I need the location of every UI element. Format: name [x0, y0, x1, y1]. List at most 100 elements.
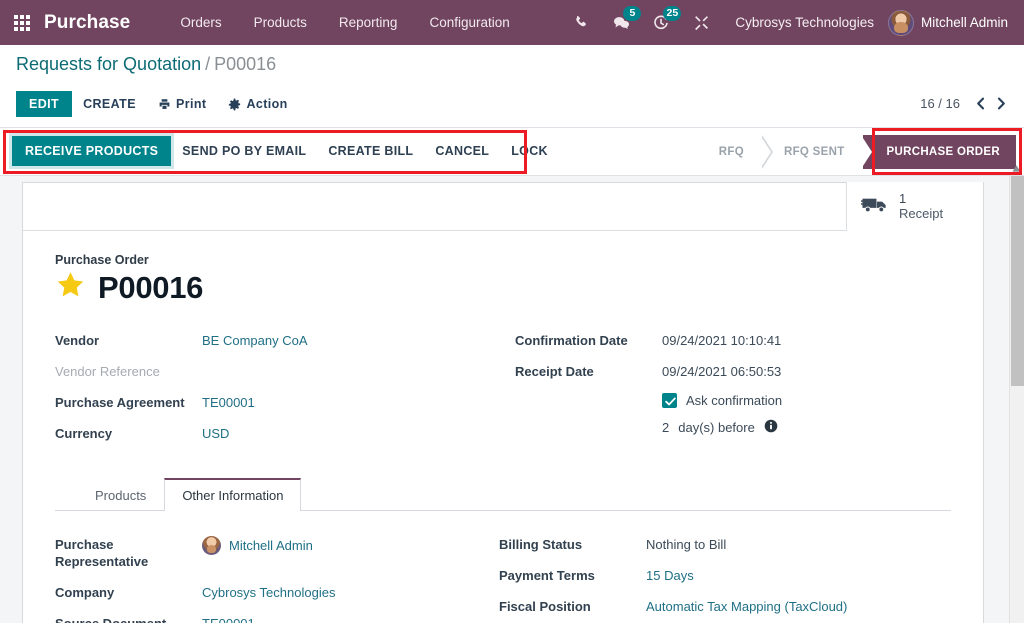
field-confirmation-date-value[interactable]: 09/24/2021 10:10:41 — [662, 331, 781, 349]
gear-icon — [228, 98, 241, 111]
days-before-value[interactable]: 2 — [662, 420, 669, 435]
app-brand-purchase[interactable]: Purchase — [44, 12, 130, 34]
create-bill-button[interactable]: CREATE BILL — [317, 137, 424, 165]
field-purchase-agreement: Purchase Agreement TE00001 — [55, 393, 503, 411]
stage-rfq-sent-label: RFQ SENT — [784, 146, 845, 158]
star-filled-icon[interactable] — [55, 270, 86, 305]
field-fiscal-position-value[interactable]: Automatic Tax Mapping (TaxCloud) — [646, 597, 847, 615]
avatar — [888, 10, 914, 36]
field-receipt-date: Receipt Date 09/24/2021 06:50:53 — [515, 362, 951, 380]
form-sheet: 1 Receipt Purchase Order P00016 — [22, 182, 984, 623]
field-billing-status-value: Nothing to Bill — [646, 535, 726, 553]
pager-next-button[interactable] — [992, 93, 1010, 113]
receive-products-button[interactable]: RECEIVE PRODUCTS — [12, 136, 171, 166]
pager-previous-button[interactable] — [971, 93, 989, 113]
breadcrumb-separator: / — [205, 54, 210, 74]
field-source-document-value[interactable]: TE00001 — [202, 614, 255, 623]
action-label: Action — [246, 97, 287, 111]
record-title-label: Purchase Order — [55, 253, 951, 267]
page-title: P00016 — [98, 272, 203, 303]
control-panel: Requests for Quotation/P00016 EDIT CREAT… — [0, 45, 1024, 128]
record-title-block: Purchase Order P00016 — [55, 253, 951, 305]
main-fields-right: Confirmation Date 09/24/2021 10:10:41 Re… — [503, 331, 951, 456]
field-purchase-representative: Purchase Representative Mitchell Admin — [55, 535, 487, 570]
field-company-label: Company — [55, 583, 202, 601]
other-information-left: Purchase Representative Mitchell Admin C… — [55, 535, 487, 623]
field-purchase-agreement-value[interactable]: TE00001 — [202, 393, 255, 411]
breadcrumb-parent[interactable]: Requests for Quotation — [16, 54, 201, 74]
field-company: Company Cybrosys Technologies — [55, 583, 487, 601]
stage-arrow-inner — [760, 135, 771, 169]
notebook-tabs: Products Other Information — [55, 478, 951, 511]
field-vendor-value[interactable]: BE Company CoA — [202, 331, 308, 349]
stage-rfq-label: RFQ — [719, 146, 744, 158]
debug-tools-icon[interactable] — [686, 0, 716, 45]
ask-confirmation-checkbox[interactable] — [662, 393, 677, 408]
odoo-purchase-order-screen: Purchase Orders Products Reporting Confi… — [0, 0, 1024, 623]
field-ask-confirmation-row: Ask confirmation 2 day(s) before — [515, 393, 951, 436]
scrollbar-thumb[interactable] — [1011, 176, 1024, 386]
field-payment-terms-value[interactable]: 15 Days — [646, 566, 694, 584]
days-before-text: day(s) before — [678, 420, 755, 435]
apps-grid-icon[interactable] — [14, 15, 30, 31]
other-information-right: Billing Status Nothing to Bill Payment T… — [487, 535, 919, 623]
stage-rfq-sent[interactable]: RFQ SENT — [762, 135, 863, 169]
print-label: Print — [176, 97, 206, 111]
user-name: Mitchell Admin — [921, 15, 1008, 30]
field-payment-terms-label: Payment Terms — [499, 566, 646, 584]
info-circle-icon[interactable] — [764, 419, 778, 436]
print-button[interactable]: Print — [147, 91, 217, 117]
tab-products[interactable]: Products — [77, 478, 164, 511]
edit-button[interactable]: EDIT — [16, 91, 72, 117]
field-fiscal-position: Fiscal Position Automatic Tax Mapping (T… — [499, 597, 919, 615]
days-before-row: 2 day(s) before — [662, 419, 782, 436]
field-source-document-label: Source Document — [55, 614, 202, 623]
menu-configuration[interactable]: Configuration — [413, 0, 525, 45]
status-bar-buttons: RECEIVE PRODUCTS SEND PO BY EMAIL CREATE… — [12, 136, 559, 166]
field-purchase-representative-value-wrap[interactable]: Mitchell Admin — [202, 535, 313, 555]
field-source-document: Source Document TE00001 — [55, 614, 487, 623]
main-field-grid: Vendor BE Company CoA Vendor Reference P… — [55, 331, 951, 456]
smart-button-box: 1 Receipt — [23, 183, 983, 231]
activity-clock-icon[interactable]: 25 — [646, 0, 676, 45]
tab-pane-other-information: Purchase Representative Mitchell Admin C… — [55, 511, 951, 623]
stage-rfq[interactable]: RFQ — [697, 135, 762, 169]
field-confirmation-date-label: Confirmation Date — [515, 331, 662, 349]
receipt-smart-button[interactable]: 1 Receipt — [846, 182, 983, 231]
receipt-label: Receipt — [899, 207, 943, 222]
stage-purchase-order[interactable]: PURCHASE ORDER — [863, 135, 1016, 169]
field-currency: Currency USD — [55, 424, 503, 442]
field-purchase-agreement-label: Purchase Agreement — [55, 393, 202, 411]
status-pipeline: RFQ RFQ SENT PURCHASE ORDER — [697, 135, 1016, 169]
menu-products[interactable]: Products — [238, 0, 323, 45]
menu-reporting[interactable]: Reporting — [323, 0, 414, 45]
messages-badge: 5 — [623, 6, 641, 21]
field-vendor: Vendor BE Company CoA — [55, 331, 503, 349]
send-po-by-email-button[interactable]: SEND PO BY EMAIL — [171, 137, 317, 165]
field-confirmation-date: Confirmation Date 09/24/2021 10:10:41 — [515, 331, 951, 349]
cancel-button[interactable]: CANCEL — [424, 137, 500, 165]
activity-badge: 25 — [663, 6, 681, 21]
field-payment-terms: Payment Terms 15 Days — [499, 566, 919, 584]
action-button[interactable]: Action — [217, 91, 298, 117]
user-menu[interactable]: Mitchell Admin — [888, 10, 1024, 36]
company-switcher[interactable]: Cybrosys Technologies — [735, 15, 874, 30]
create-button[interactable]: CREATE — [72, 91, 147, 117]
scroll-up-arrow-icon[interactable] — [1011, 161, 1022, 172]
field-vendor-label: Vendor — [55, 331, 202, 349]
ask-confirmation-checkbox-row: Ask confirmation — [662, 393, 782, 408]
messages-icon[interactable]: 5 — [606, 0, 636, 45]
ask-confirmation-block: Ask confirmation 2 day(s) before — [662, 393, 782, 436]
ask-confirmation-label: Ask confirmation — [686, 393, 782, 408]
phone-icon[interactable] — [566, 0, 596, 45]
vertical-scrollbar[interactable] — [1009, 176, 1024, 623]
field-billing-status: Billing Status Nothing to Bill — [499, 535, 919, 553]
field-currency-value[interactable]: USD — [202, 424, 229, 442]
tab-other-information[interactable]: Other Information — [164, 478, 301, 511]
field-receipt-date-value[interactable]: 09/24/2021 06:50:53 — [662, 362, 781, 380]
truck-icon — [861, 194, 890, 219]
breadcrumb-current: P00016 — [214, 54, 276, 74]
menu-orders[interactable]: Orders — [164, 0, 237, 45]
field-company-value[interactable]: Cybrosys Technologies — [202, 583, 335, 601]
lock-button[interactable]: LOCK — [500, 137, 559, 165]
